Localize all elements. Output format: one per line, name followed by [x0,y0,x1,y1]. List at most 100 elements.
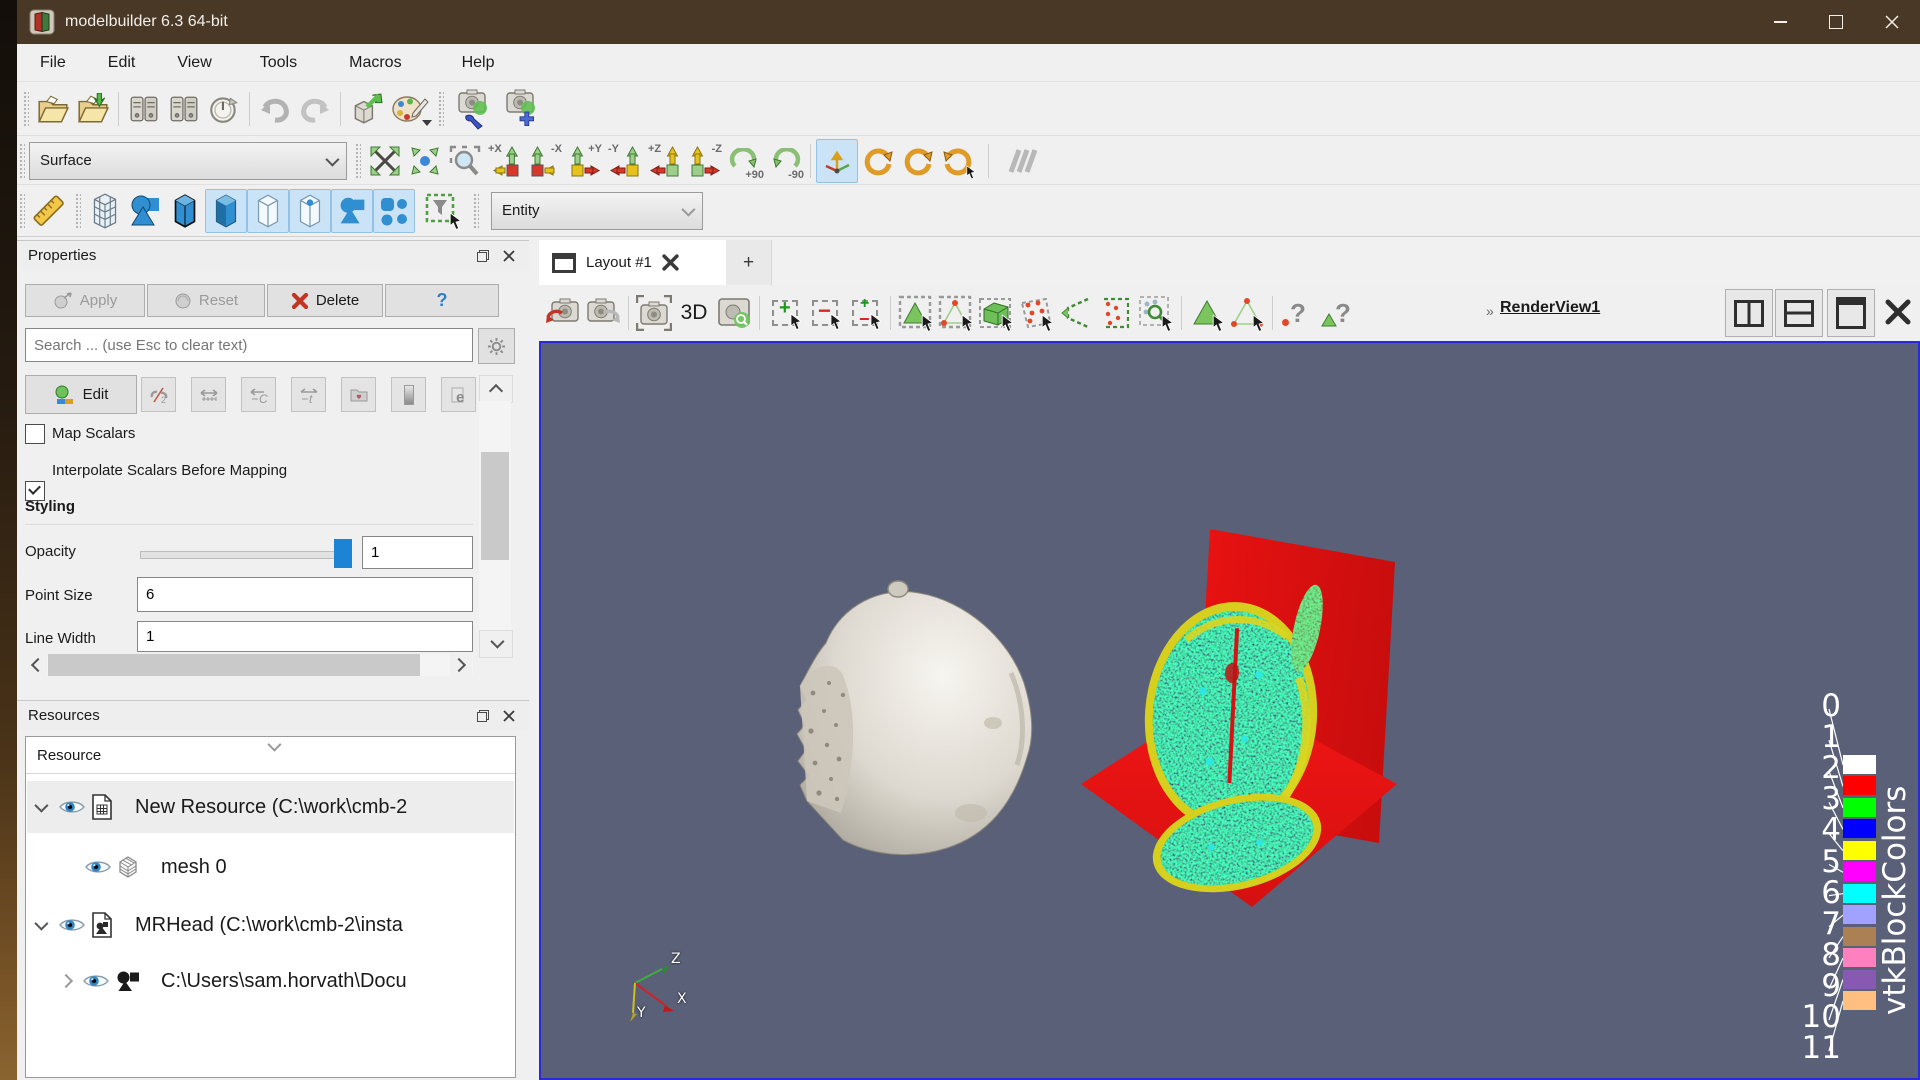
select-block-button[interactable] [976,292,1016,334]
expander-icon[interactable] [34,798,49,813]
search-options-button[interactable] [478,328,515,364]
toggle-2d3d-button[interactable]: 3D [674,292,714,334]
expander-icon[interactable] [34,916,49,931]
view-minus-y-button[interactable]: -Y [605,140,645,182]
close-view-button[interactable] [1875,289,1920,335]
representation-points-button[interactable] [289,188,331,233]
visibility-eye-icon[interactable] [85,859,111,875]
h-scroll-right-button[interactable] [450,654,472,676]
float-panel-icon[interactable] [477,249,489,262]
tab-layout-1[interactable]: Layout #1 [539,240,727,285]
color-palette-button[interactable] [386,88,434,130]
rotate-camera-cw-button[interactable] [898,140,938,182]
tree-column-header[interactable]: Resource [26,737,515,774]
view-plus-x-button[interactable]: +X [485,140,525,182]
visibility-eye-icon[interactable] [59,799,85,815]
h-scrollbar-thumb[interactable] [48,654,420,676]
split-vertical-button[interactable] [1775,289,1823,337]
open-file-button[interactable] [33,88,73,130]
representation-wireframe-button[interactable] [247,188,289,233]
view-minus-z-button[interactable]: -Z [685,140,725,182]
menu-file[interactable]: File [25,44,81,81]
camera-add-button[interactable] [496,88,544,130]
menu-macros[interactable]: Macros [334,44,416,81]
geometry-representation-button[interactable] [125,190,165,232]
camera-undo-button[interactable] [543,292,583,334]
render-viewport[interactable]: Z X Y vtkBlockColors 0 1 2 3 4 5 6 7 8 9 10 11 [539,341,1920,1080]
edit-colormap-button[interactable]: Edit [25,375,137,414]
opacity-slider-track[interactable] [140,551,348,559]
search-input[interactable] [25,328,473,362]
redo-button[interactable] [295,88,335,130]
toolbar-overflow-indicator[interactable]: » [1486,303,1494,319]
center-axes-toggle[interactable] [816,138,858,183]
close-button[interactable] [1864,0,1920,44]
query-point-button[interactable]: ? [1278,292,1318,334]
undo-button[interactable] [255,88,295,130]
zoom-camera-box-button[interactable] [714,292,754,334]
selection-filter-button[interactable] [423,190,463,232]
maximize-view-button[interactable] [1827,289,1875,337]
view-plus-z-button[interactable]: +Z [645,140,685,182]
close-panel-icon[interactable] [503,709,515,722]
query-cell-button[interactable]: ? [1318,292,1358,334]
rescale-range-button[interactable] [191,377,226,412]
camera-redo-button[interactable] [583,292,623,334]
hover-cells-button[interactable] [1187,292,1227,334]
zoom-to-box-button[interactable] [445,140,485,182]
add-layout-tab[interactable]: + [726,240,772,285]
h-scroll-left-button[interactable] [25,654,47,676]
apply-button[interactable]: Apply [25,284,145,317]
hover-points-button[interactable] [1227,292,1267,334]
close-panel-icon[interactable] [503,249,515,262]
select-points-on-button[interactable] [936,292,976,334]
select-cells-on-button[interactable] [896,292,936,334]
menu-help[interactable]: Help [447,44,510,81]
edit-scalar-bar-button[interactable]: e [441,377,476,412]
tree-row-new-resource[interactable]: New Resource (C:\work\cmb-2 [27,781,514,833]
parallel-projection-button[interactable] [999,140,1039,182]
representation-glyphs-button[interactable] [373,188,415,233]
tab-close-icon[interactable] [662,254,679,271]
timer-button[interactable] [204,88,244,130]
select-frustum-cells-button[interactable] [1016,292,1056,334]
map-scalars-checkbox[interactable] [25,424,45,444]
import-file-button[interactable] [73,88,113,130]
point-size-input[interactable] [137,577,473,612]
server-disconnect-button[interactable] [164,88,204,130]
toggle-selection-button[interactable]: + − [845,292,885,334]
volume-representation-button[interactable] [165,190,205,232]
choose-preset-button[interactable] [341,377,376,412]
render-view-title[interactable]: RenderView1 [1500,299,1600,317]
menu-tools[interactable]: Tools [245,44,312,81]
representation-combo[interactable]: Surface [29,141,347,180]
menu-edit[interactable]: Edit [93,44,151,81]
orbit-button[interactable] [858,140,898,182]
entity-combo[interactable]: Entity [491,191,703,230]
subtract-selection-button[interactable]: − [805,292,845,334]
reset-button[interactable]: Reset [147,284,265,317]
representation-surface-button[interactable] [205,188,247,233]
mesh-representation-button[interactable] [85,190,125,232]
float-panel-icon[interactable] [477,709,489,722]
interactive-select-zoom-button[interactable] [1136,292,1176,334]
rotate-cw-90-button[interactable]: +90 [725,140,765,182]
palette-dropdown-arrow[interactable] [422,120,432,126]
delete-button[interactable]: Delete [267,284,383,317]
rescale-temporal-button[interactable]: t [291,377,326,412]
rotate-ccw-90-button[interactable]: -90 [765,140,805,182]
server-connect-button[interactable] [124,88,164,130]
reset-camera-button[interactable] [634,292,674,334]
zoom-to-fit-button[interactable] [365,140,405,182]
tree-row-mesh0[interactable]: mesh 0 [27,841,514,893]
export-scene-button[interactable] [346,88,386,130]
help-button[interactable]: ? [385,284,499,317]
add-selection-button[interactable]: + [765,292,805,334]
tree-row-users-path[interactable]: C:\Users\sam.horvath\Docu [27,955,514,1007]
opacity-slider-handle[interactable] [334,539,352,568]
scroll-up-button[interactable] [479,375,513,403]
split-horizontal-button[interactable] [1725,289,1773,337]
zoom-closest-button[interactable] [405,140,445,182]
unlink-colormap-button[interactable]: 2 [141,377,176,412]
menu-view[interactable]: View [162,44,226,81]
